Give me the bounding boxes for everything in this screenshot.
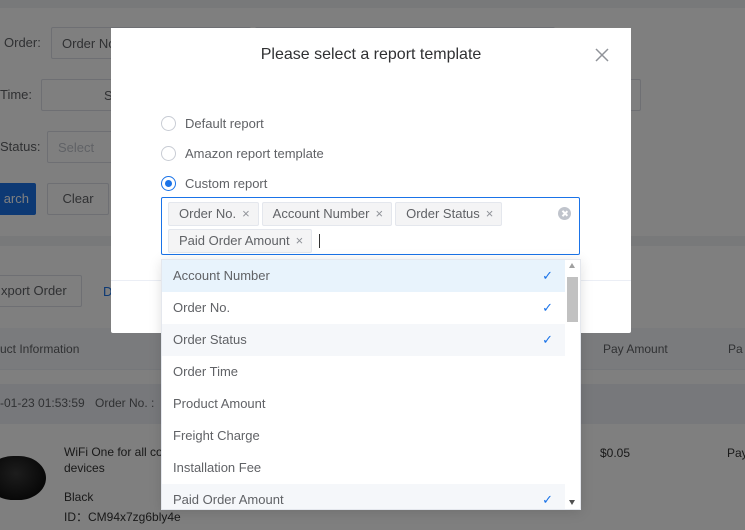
radio-custom-report[interactable]: Custom report <box>161 174 267 192</box>
option-product-amount[interactable]: Product Amount <box>162 388 565 420</box>
option-label: Freight Charge <box>173 428 260 443</box>
radio-label: Custom report <box>185 175 268 191</box>
scroll-down-arrow-icon[interactable] <box>569 500 575 505</box>
radio-circle <box>161 145 176 161</box>
tag-close-icon[interactable]: × <box>486 203 494 225</box>
tag-order-status: Order Status × <box>395 202 503 226</box>
tag-order-no: Order No. × <box>168 202 259 226</box>
option-label: Account Number <box>173 268 270 283</box>
dialog-body: Default report Amazon report template Cu… <box>111 82 631 280</box>
option-order-time[interactable]: Order Time <box>162 356 565 388</box>
tag-account-number: Account Number × <box>261 202 393 226</box>
tag-label: Paid Order Amount <box>179 233 290 248</box>
custom-fields-multiselect[interactable]: Order No. × Account Number × Order Status ×Pa… <box>161 197 580 255</box>
tag-close-icon[interactable]: × <box>242 203 250 225</box>
radio-label: Default report <box>185 115 264 131</box>
option-label: Product Amount <box>173 396 266 411</box>
option-paid-order-amount[interactable]: Paid Order Amount ✓ <box>162 484 565 509</box>
option-label: Paid Order Amount <box>173 492 284 507</box>
check-icon: ✓ <box>542 300 553 315</box>
option-installation-fee[interactable]: Installation Fee <box>162 452 565 484</box>
tag-label: Order Status <box>406 206 480 221</box>
scrollbar-thumb[interactable] <box>567 277 578 322</box>
option-order-status[interactable]: Order Status ✓ <box>162 324 565 356</box>
tag-close-icon[interactable]: × <box>296 230 304 252</box>
text-caret <box>319 234 321 248</box>
tag-paid-order-amount: Paid Order Amount × <box>168 229 313 253</box>
option-label: Order No. <box>173 300 231 315</box>
option-order-no[interactable]: Order No. ✓ <box>162 292 565 324</box>
option-account-number[interactable]: Account Number ✓ <box>162 260 565 292</box>
option-label: Order Time <box>173 364 239 379</box>
radio-amazon-report[interactable]: Amazon report template <box>161 144 324 162</box>
dialog-title: Please select a report template <box>260 46 482 63</box>
clear-circle-icon[interactable] <box>558 207 571 220</box>
option-freight-charge[interactable]: Freight Charge <box>162 420 565 452</box>
tag-label: Order No. <box>179 206 237 221</box>
radio-default-report[interactable]: Default report <box>161 114 264 132</box>
check-icon: ✓ <box>542 268 553 283</box>
option-label: Order Status <box>173 332 247 347</box>
scroll-up-arrow-icon[interactable] <box>569 263 575 268</box>
dialog-header: Please select a report template <box>111 28 631 82</box>
check-icon: ✓ <box>542 332 553 347</box>
radio-label: Amazon report template <box>185 145 324 161</box>
tag-label: Account Number <box>272 206 370 221</box>
radio-circle-checked <box>161 175 176 191</box>
option-label: Installation Fee <box>173 460 262 475</box>
field-options-dropdown: Account Number ✓ Order No. ✓ Order Statu… <box>161 259 581 510</box>
check-icon: ✓ <box>542 492 553 507</box>
dropdown-scrollbar[interactable] <box>565 260 580 509</box>
close-icon[interactable] <box>593 46 611 64</box>
radio-circle <box>161 115 176 131</box>
tag-close-icon[interactable]: × <box>376 203 384 225</box>
